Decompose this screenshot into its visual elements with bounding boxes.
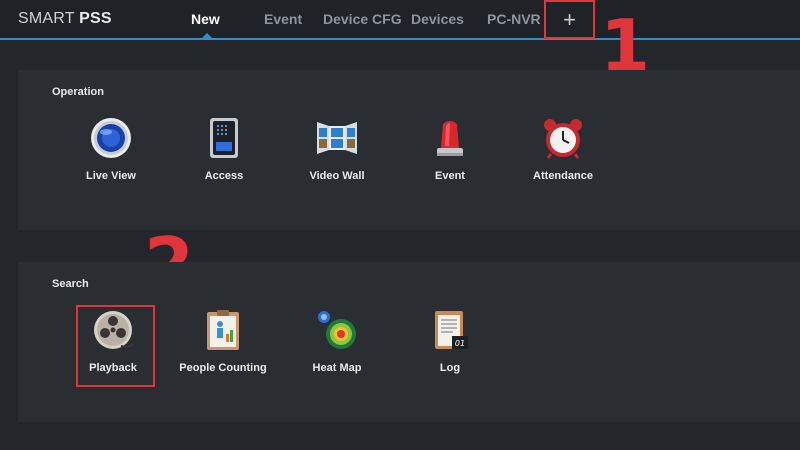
people-counting-icon	[207, 310, 239, 350]
live-view-icon	[91, 118, 131, 158]
tile-people-counting[interactable]: People Counting	[168, 308, 278, 388]
app-logo: SMART PSS	[18, 10, 112, 27]
tile-video-wall[interactable]: Video Wall	[282, 116, 392, 196]
tile-log[interactable]: 01 Log	[395, 308, 505, 388]
tab-pc-nvr[interactable]: PC-NVR	[487, 11, 541, 27]
heat-map-icon	[318, 311, 356, 349]
log-icon-text: 01	[455, 339, 465, 348]
tab-device-cfg[interactable]: Device CFG	[323, 11, 402, 27]
playback-highlight-box	[76, 305, 155, 387]
tile-event[interactable]: Event	[395, 116, 505, 196]
access-icon	[210, 118, 238, 158]
active-tab-indicator	[202, 33, 212, 38]
operation-panel: Operation Live View Access Video Wall Ev…	[18, 70, 800, 230]
tile-heat-map[interactable]: Heat Map	[282, 308, 392, 388]
tile-label: Access	[204, 170, 244, 182]
tile-label: Event	[435, 170, 465, 182]
log-calendar-icon: 01	[435, 311, 468, 349]
video-wall-icon	[317, 122, 357, 154]
tab-event[interactable]: Event	[264, 11, 302, 27]
tab-new[interactable]: New	[191, 11, 220, 27]
search-title: Search	[52, 278, 89, 290]
tile-label: Video Wall	[309, 170, 365, 182]
tile-access[interactable]: Access	[169, 116, 279, 196]
tile-label: Log	[439, 362, 461, 374]
tile-label: People Counting	[179, 362, 267, 374]
alarm-clock-icon	[544, 119, 582, 159]
tile-label: Heat Map	[312, 362, 362, 374]
tile-live-view[interactable]: Live View	[56, 116, 166, 196]
add-tab-button[interactable]: +	[544, 0, 595, 39]
tab-devices[interactable]: Devices	[411, 11, 464, 27]
tile-attendance[interactable]: Attendance	[508, 116, 618, 196]
top-bar: SMART PSS New Event Device CFG Devices P…	[0, 0, 800, 40]
tile-label: Live View	[86, 170, 136, 182]
operation-title: Operation	[52, 86, 104, 98]
event-alarm-light-icon	[437, 121, 463, 156]
tile-label: Attendance	[533, 170, 593, 182]
